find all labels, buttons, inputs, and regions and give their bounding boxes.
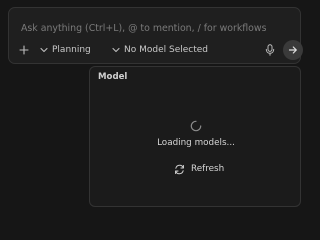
- voice-input-button[interactable]: [265, 41, 275, 59]
- refresh-button[interactable]: Refresh: [174, 162, 224, 176]
- mode-dropdown[interactable]: Planning: [40, 41, 91, 59]
- chevron-down-icon: [40, 47, 48, 53]
- chevron-down-icon: [112, 47, 120, 53]
- chat-composer: Planning No Model Selected: [8, 7, 303, 64]
- prompt-input[interactable]: [21, 20, 291, 36]
- refresh-icon: [175, 164, 184, 174]
- send-button[interactable]: [283, 40, 303, 60]
- refresh-label: Refresh: [191, 164, 225, 174]
- plus-icon: [19, 45, 29, 55]
- model-picker-panel: Model Loading models... Refresh: [89, 66, 301, 207]
- add-context-button[interactable]: [19, 41, 29, 59]
- loading-status: Loading models...: [157, 138, 235, 148]
- spinner-icon: [190, 117, 202, 136]
- model-dropdown[interactable]: No Model Selected: [112, 41, 208, 59]
- mode-label: Planning: [52, 45, 91, 55]
- arrow-right-icon: [288, 46, 297, 54]
- panel-title: Model: [98, 72, 128, 82]
- model-label: No Model Selected: [124, 45, 208, 55]
- composer-toolbar: Planning No Model Selected: [19, 40, 303, 60]
- microphone-icon: [265, 44, 275, 56]
